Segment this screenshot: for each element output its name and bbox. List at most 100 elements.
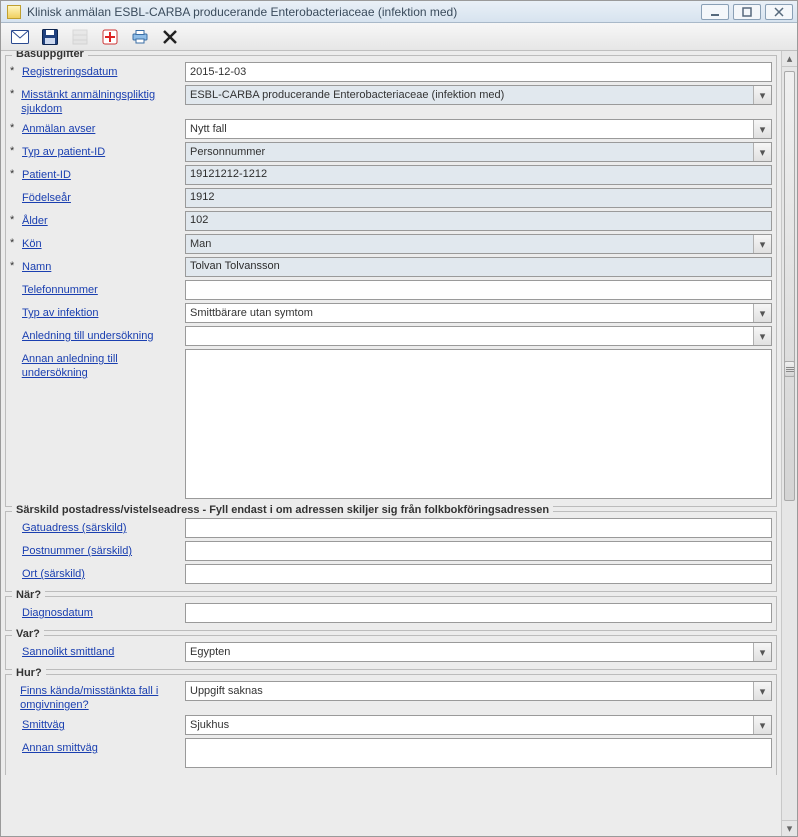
- label-smittland[interactable]: Sannolikt smittland: [22, 645, 114, 659]
- form-scroll-area: Basuppgifter *Registreringsdatum *Misstä…: [1, 51, 781, 836]
- window-controls: [701, 4, 793, 20]
- label-postnr[interactable]: Postnummer (särskild): [22, 544, 132, 558]
- row-registreringsdatum: *Registreringsdatum: [10, 62, 772, 82]
- scrollbar-thumb[interactable]: [784, 71, 795, 501]
- window-title: Klinisk anmälan ESBL-CARBA producerande …: [27, 5, 701, 19]
- plus-icon: [102, 29, 118, 45]
- label-diagnos[interactable]: Diagnosdatum: [22, 606, 93, 620]
- combo-anmalan[interactable]: Nytt fall ▾: [185, 119, 772, 139]
- scroll-down-arrow-icon[interactable]: ▾: [782, 820, 797, 836]
- label-anledning[interactable]: Anledning till undersökning: [22, 329, 153, 343]
- vertical-scrollbar[interactable]: ▴ ▾: [781, 51, 797, 836]
- row-annan-anledning: Annan anledning till undersökning: [10, 349, 772, 499]
- row-namn: *Namn Tolvan Tolvansson: [10, 257, 772, 277]
- print-button[interactable]: [129, 26, 151, 48]
- row-infektion: Typ av infektion Smittbärare utan symtom…: [10, 303, 772, 323]
- print-icon: [131, 30, 149, 44]
- form-body: Basuppgifter *Registreringsdatum *Misstä…: [1, 51, 797, 836]
- combo-anledning[interactable]: ▾: [185, 326, 772, 346]
- required-mark: [10, 329, 18, 341]
- input-gatu[interactable]: [185, 518, 772, 538]
- label-ort[interactable]: Ort (särskild): [22, 567, 85, 581]
- required-mark: [10, 191, 18, 203]
- required-mark: *: [10, 214, 18, 226]
- label-kanda[interactable]: Finns kända/misstänkta fall i omgivninge…: [20, 684, 181, 712]
- textarea-annan-anledning[interactable]: [185, 349, 772, 499]
- combo-kanda[interactable]: Uppgift saknas ▾: [185, 681, 772, 701]
- required-mark: *: [10, 260, 18, 272]
- label-annan-smittvag[interactable]: Annan smittväg: [22, 741, 98, 755]
- label-fodelsear[interactable]: Födelseår: [22, 191, 71, 205]
- label-smittvag[interactable]: Smittväg: [22, 718, 65, 732]
- grid-icon: [72, 29, 88, 45]
- label-anmalan[interactable]: Anmälan avser: [22, 122, 95, 136]
- required-mark: [10, 306, 18, 318]
- chevron-down-icon: ▾: [753, 304, 771, 322]
- row-kanda: Finns kända/misstänkta fall i omgivninge…: [10, 681, 772, 712]
- label-gatu[interactable]: Gatuadress (särskild): [22, 521, 127, 535]
- input-registreringsdatum[interactable]: [185, 62, 772, 82]
- chevron-down-icon: ▾: [753, 143, 771, 161]
- minimize-button[interactable]: [701, 4, 729, 20]
- input-ort[interactable]: [185, 564, 772, 584]
- titlebar: Klinisk anmälan ESBL-CARBA producerande …: [1, 1, 797, 23]
- chevron-down-icon: ▾: [753, 86, 771, 104]
- chevron-down-icon: ▾: [753, 643, 771, 661]
- scrollbar-grip-icon[interactable]: [784, 361, 795, 377]
- row-diagnos: Diagnosdatum: [10, 603, 772, 623]
- send-button[interactable]: [9, 26, 31, 48]
- combo-kanda-value: Uppgift saknas: [190, 685, 263, 697]
- label-typid[interactable]: Typ av patient-ID: [22, 145, 105, 159]
- row-kon: *Kön Man ▾: [10, 234, 772, 254]
- required-mark: *: [10, 122, 18, 134]
- textarea-annan-smittvag[interactable]: [185, 738, 772, 768]
- combo-typid: Personnummer ▾: [185, 142, 772, 162]
- row-postnr: Postnummer (särskild): [10, 541, 772, 561]
- close-button[interactable]: [765, 4, 793, 20]
- minimize-icon: [710, 7, 720, 17]
- input-patientid: 19121212-1212: [185, 165, 772, 185]
- x-icon: [162, 29, 178, 45]
- row-telefon: Telefonnummer: [10, 280, 772, 300]
- label-namn[interactable]: Namn: [22, 260, 51, 274]
- combo-sjukdom-value: ESBL-CARBA producerande Enterobacteriace…: [190, 89, 504, 101]
- cancel-button[interactable]: [159, 26, 181, 48]
- row-alder: *Ålder 102: [10, 211, 772, 231]
- row-gatu: Gatuadress (särskild): [10, 518, 772, 538]
- maximize-button[interactable]: [733, 4, 761, 20]
- label-patientid[interactable]: Patient-ID: [22, 168, 71, 182]
- label-sjukdom[interactable]: Misstänkt anmälningspliktig sjukdom: [21, 88, 181, 116]
- form-icon: [7, 5, 21, 19]
- required-mark: [10, 352, 18, 364]
- label-telefon[interactable]: Telefonnummer: [22, 283, 98, 297]
- input-diagnos[interactable]: [185, 603, 772, 623]
- row-sjukdom: *Misstänkt anmälningspliktig sjukdom ESB…: [10, 85, 772, 116]
- medical-button[interactable]: [99, 26, 121, 48]
- combo-smittvag[interactable]: Sjukhus ▾: [185, 715, 772, 735]
- row-smittland: Sannolikt smittland Egypten ▾: [10, 642, 772, 662]
- save-icon: [42, 29, 58, 45]
- row-anmalan: * Anmälan avser Nytt fall ▾: [10, 119, 772, 139]
- label-registreringsdatum[interactable]: Registreringsdatum: [22, 65, 117, 79]
- maximize-icon: [742, 7, 752, 17]
- combo-smittland-value: Egypten: [190, 646, 230, 658]
- label-infektion[interactable]: Typ av infektion: [22, 306, 98, 320]
- chevron-down-icon: ▾: [753, 682, 771, 700]
- scroll-up-arrow-icon[interactable]: ▴: [782, 51, 797, 67]
- label-annan-anledning[interactable]: Annan anledning till undersökning: [22, 352, 181, 380]
- label-alder[interactable]: Ålder: [22, 214, 48, 228]
- combo-kon: Man ▾: [185, 234, 772, 254]
- combo-typid-value: Personnummer: [190, 146, 265, 158]
- save-button[interactable]: [39, 26, 61, 48]
- input-telefon[interactable]: [185, 280, 772, 300]
- combo-smittland[interactable]: Egypten ▾: [185, 642, 772, 662]
- row-annan-smittvag: Annan smittväg: [10, 738, 772, 768]
- combo-infektion[interactable]: Smittbärare utan symtom ▾: [185, 303, 772, 323]
- combo-anmalan-value: Nytt fall: [190, 123, 227, 135]
- input-postnr[interactable]: [185, 541, 772, 561]
- row-anledning: Anledning till undersökning ▾: [10, 326, 772, 346]
- label-kon[interactable]: Kön: [22, 237, 42, 251]
- toolbar: [1, 23, 797, 51]
- combo-smittvag-value: Sjukhus: [190, 719, 229, 731]
- input-fodelsear: 1912: [185, 188, 772, 208]
